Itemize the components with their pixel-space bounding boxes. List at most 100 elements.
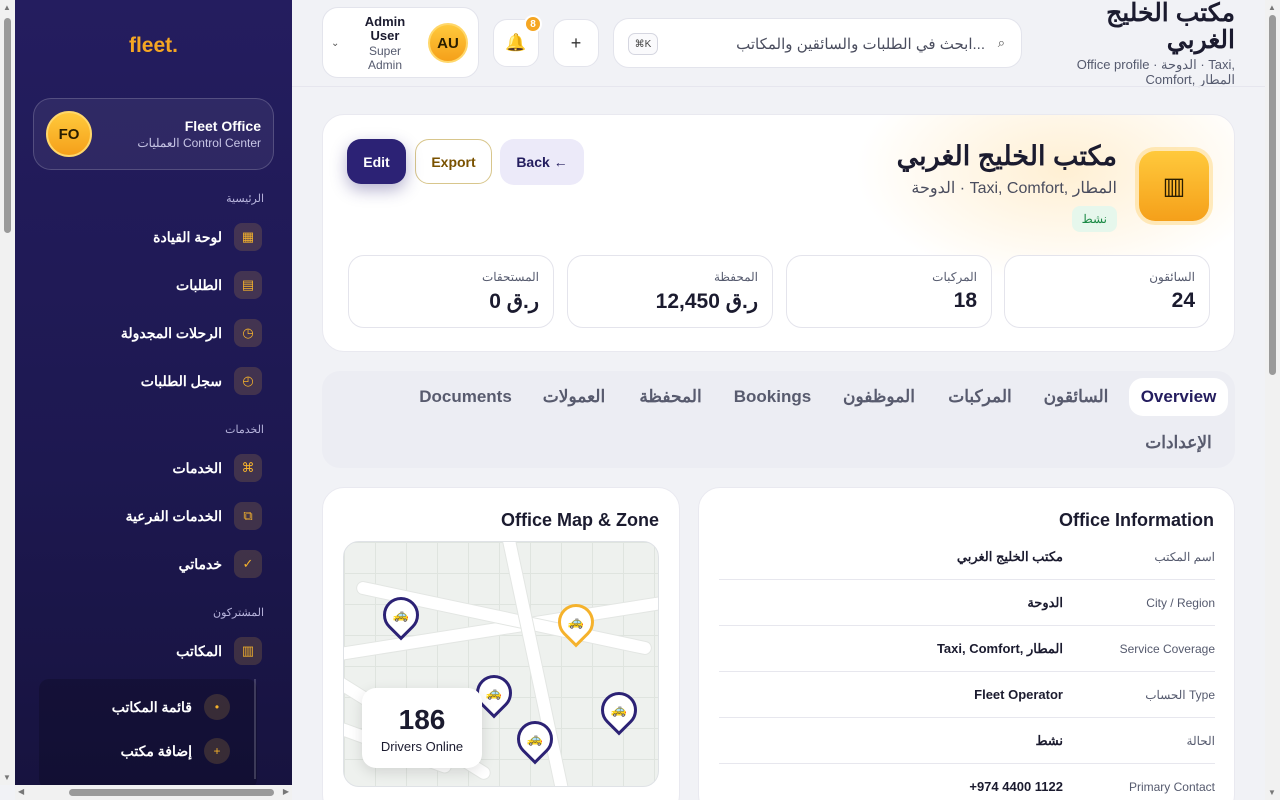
user-menu[interactable]: AU Admin User Super Admin ⌄: [322, 7, 479, 78]
info-label: اسم المكتب: [1154, 550, 1215, 564]
office-information-panel: Office Information اسم المكتب مكتب الخلي…: [698, 487, 1235, 800]
sidebar-scroll-thumb[interactable]: [4, 18, 11, 233]
stat-value: ر.ق 12,450: [655, 290, 758, 313]
horizontal-scroll-thumb[interactable]: [69, 789, 274, 796]
tab-overview[interactable]: Overview: [1129, 378, 1228, 416]
info-value: +974 4400 1122: [969, 779, 1063, 794]
tab-drivers[interactable]: السائقون: [1033, 378, 1119, 416]
stat-label: المركبات: [932, 270, 977, 284]
scroll-up-arrow-icon[interactable]: ▲: [1268, 3, 1276, 12]
info-row: الحالة نشط: [719, 718, 1215, 764]
sidebar-item-scheduled-trips[interactable]: الرحلات المجدولة ◷: [121, 319, 262, 347]
scroll-right-arrow-icon[interactable]: ▶: [283, 787, 289, 796]
history-icon: ◴: [234, 367, 262, 395]
office-avatar: FO: [46, 111, 92, 157]
list-icon: ▤: [234, 271, 262, 299]
taxi-icon: 🚕: [610, 702, 628, 717]
office-tabs: Overview السائقون المركبات الموظفون Book…: [322, 371, 1235, 468]
scroll-left-arrow-icon[interactable]: ◀: [18, 787, 24, 796]
office-card-subtitle: العمليات Control Center: [137, 136, 261, 150]
tab-bookings[interactable]: Bookings: [724, 378, 821, 416]
taxi-icon: 🚕: [392, 607, 410, 622]
export-button[interactable]: Export: [415, 139, 492, 184]
sidebar-item-label: سجل الطلبات: [140, 372, 222, 389]
user-role: Super Admin: [367, 44, 402, 72]
taxi-icon: 🚕: [526, 731, 544, 746]
stat-value: 18: [953, 289, 977, 312]
sidebar-item-services[interactable]: الخدمات ⌘: [172, 454, 262, 482]
drivers-online-label: Drivers Online: [380, 739, 464, 754]
sidebar-scrollbar[interactable]: ▲ ▼: [0, 0, 15, 785]
sidebar-item-offices[interactable]: المكاتب ▥: [176, 637, 262, 665]
logo[interactable]: fleet.: [15, 34, 292, 58]
page-scroll-thumb[interactable]: [1269, 15, 1276, 375]
tab-settings[interactable]: الإعدادات: [1129, 424, 1228, 462]
stat-value: 24: [1171, 289, 1195, 312]
vehicle-marker[interactable]: 🚕: [593, 684, 645, 736]
plus-icon: +: [204, 738, 230, 764]
tab-staff[interactable]: الموظفون: [831, 378, 927, 416]
drivers-online-card: 186 Drivers Online: [362, 688, 482, 768]
tab-commissions[interactable]: العمولات: [531, 378, 617, 416]
sidebar-subitem-label: قائمة المكاتب: [111, 698, 192, 715]
info-label: Primary Contact: [1128, 780, 1215, 794]
sidebar-item-booking-history[interactable]: سجل الطلبات ◴: [141, 367, 262, 395]
sidebar-item-bookings[interactable]: الطلبات ▤: [176, 271, 262, 299]
office-location: الدوحة · Taxi, Comfort, المطار: [911, 180, 1117, 197]
tab-vehicles[interactable]: المركبات: [937, 378, 1023, 416]
stat-label: المحفظة: [713, 270, 758, 284]
info-value: Taxi, Comfort, المطار: [936, 641, 1063, 656]
sidebar-item-label: الخدمات: [172, 459, 223, 476]
info-value: مكتب الخليج الغربي: [956, 549, 1063, 564]
panel-title: Office Map & Zone: [500, 510, 659, 530]
office-switcher-card[interactable]: FO Fleet Office العمليات Control Center: [33, 98, 274, 170]
info-label: City / Region: [1146, 596, 1215, 610]
info-row: Primary Contact +974 4400 1122: [719, 764, 1215, 800]
building-icon: ▥: [1139, 151, 1209, 221]
stat-label: السائقون: [1149, 270, 1195, 284]
info-row: Service Coverage Taxi, Comfort, المطار: [719, 626, 1215, 672]
zone-map[interactable]: 🚕 🚕 🚕 🚕 🚕 186 Drivers Online: [343, 541, 659, 787]
status-badge: نشط: [1071, 206, 1117, 232]
panel-title: Office Information: [1058, 510, 1214, 530]
taxi-icon: 🚕: [485, 685, 503, 700]
sidebar-item-label: الطلبات: [176, 276, 222, 293]
quick-add-button[interactable]: +: [553, 19, 599, 67]
dot-icon: •: [204, 694, 230, 720]
command-icon: ⌘: [234, 454, 262, 482]
info-label: الحالة: [1186, 734, 1215, 748]
notification-count-badge: 8: [524, 15, 542, 33]
office-hero-card: ▥ مكتب الخليج الغربي الدوحة · Taxi, Comf…: [322, 114, 1235, 352]
tab-documents[interactable]: Documents: [410, 378, 521, 416]
clock-icon: ◷: [234, 319, 262, 347]
tab-wallet[interactable]: المحفظة: [627, 378, 714, 416]
sidebar-subitem-add-office[interactable]: إضافة مكتب +: [121, 738, 230, 764]
scroll-up-arrow-icon[interactable]: ▲: [3, 3, 11, 12]
scroll-down-arrow-icon[interactable]: ▼: [3, 773, 11, 782]
sidebar-item-dashboard[interactable]: لوحة القيادة ▦: [153, 223, 262, 251]
back-button[interactable]: Back ←: [500, 139, 584, 185]
stat-card-dues: المستحقات ر.ق 0: [348, 255, 554, 328]
sidebar: fleet. FO Fleet Office العمليات Control …: [15, 0, 292, 785]
dashboard-icon: ▦: [234, 223, 262, 251]
drivers-online-count: 186: [398, 704, 446, 735]
edit-button[interactable]: Edit: [347, 139, 406, 184]
sidebar-subitem-office-list[interactable]: قائمة المكاتب •: [112, 694, 230, 720]
sidebar-item-my-services[interactable]: خدماتي ✓: [179, 550, 262, 578]
office-name: مكتب الخليج الغربي: [896, 141, 1117, 171]
sidebar-subitem-label: إضافة مكتب: [120, 742, 192, 759]
sidebar-item-subservices[interactable]: الخدمات الفرعية ⧉: [126, 502, 262, 530]
scroll-down-arrow-icon[interactable]: ▼: [1268, 788, 1276, 797]
sidebar-horizontal-scrollbar[interactable]: ◀ ▶: [15, 785, 292, 800]
sidebar-item-label: الرحلات المجدولة: [120, 324, 222, 341]
check-icon: ✓: [234, 550, 262, 578]
section-label-subscribers: المشتركون: [213, 607, 264, 619]
info-row: الحساب Type Fleet Operator: [719, 672, 1215, 718]
page-scrollbar[interactable]: ▲ ▼: [1265, 0, 1280, 800]
sidebar-item-label: المكاتب: [176, 642, 222, 659]
office-map-panel: Office Map & Zone 🚕 🚕 🚕 🚕 🚕 186 Drivers …: [322, 487, 680, 800]
search-input[interactable]: ⌕ ابحث في الطلبات والسائقين والمكاتب... …: [613, 18, 1022, 68]
stat-value: ر.ق 0: [489, 290, 539, 313]
stat-card-vehicles: المركبات 18: [786, 255, 992, 328]
user-name: Admin User: [364, 14, 406, 43]
